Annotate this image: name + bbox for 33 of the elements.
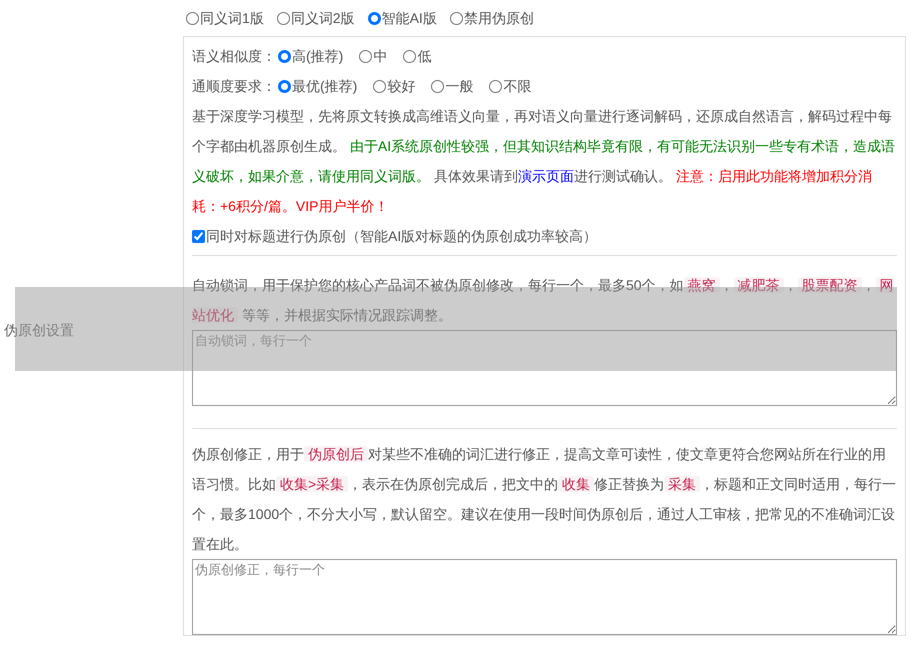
radio-label: 低 [417,46,432,66]
checkbox[interactable] [192,230,205,242]
correction-field[interactable]: 伪原创修正，每行一个 [192,559,897,635]
radio-label: 同义词1版 [200,8,264,28]
radio-button[interactable] [278,50,291,62]
radio-label: 禁用伪原创 [464,8,534,28]
radio-button[interactable] [186,12,199,24]
radio-button[interactable] [373,80,386,92]
radio-button[interactable] [489,80,502,92]
radio-label: 高(推荐) [292,46,344,66]
checkbox-label: 同时对标题进行伪原创（智能AI版对标题的伪原创成功率较高） [206,226,598,246]
radio-button[interactable] [431,80,444,92]
radio-label: 智能AI版 [382,8,437,28]
radio-button[interactable] [276,12,290,24]
lock-words-text: 自动锁词，用于保护您的核心产品词不被伪原创修改，每行一个，最多50个，如 燕窝 ， 减肥茶 ， 股票配资 ， 网站优化 等等，并根据实际情况跟踪调整。 [192,276,895,325]
correction-text: 伪原创修正，用于 伪原创后 对某些不准确的词汇进行修正，提高文章可读性，使文章更符合您网站所在行业的用语习惯。比如 收集>采集 ，表示在伪原创完成后，把文中的 收集 修正替换为 采集 ，标题和正文同时适用，每行一个，最多1000个，不分大小写，默认留空。建议在使用一段时间伪原创后，通过人工审核，把常见的不准确词汇设置在此。 [192,445,897,554]
demo-link[interactable]: 演示页面 [518,168,574,184]
radio-label: 中 [373,46,388,66]
radio-label: 不限 [503,76,532,96]
radio-label: 同义词2版 [290,8,355,28]
radio-button[interactable] [403,50,416,62]
section-label: 伪原创设置 [4,322,74,338]
radio-button[interactable] [359,50,372,62]
radio-label: 一般 [445,76,474,96]
description-text: 基于深度学习模型，先将原文转换成高维语义向量，再对语义向量进行逐词解码，还原成自然语言，解码过程中每个字都由机器原创生成。 由于AI系统原创性较强，但其知识结构毕竟有限，有可能无法识别一些专有术语，造成语义破坏，如果介意，请使用同义词版。 具体效果请到演示页面进行测试确认。 注意：启用此功能将增加积分消耗：+6积分/篇。VIP用户半价！ [192,107,896,216]
radio-button[interactable] [450,12,463,24]
lock-words-field[interactable]: 自动锁词，每行一个 [192,330,897,406]
field-label: 语义相似度： [192,46,276,66]
radio-label: 较好 [387,76,416,96]
radio-button[interactable] [368,12,381,24]
radio-button[interactable] [278,80,291,92]
radio-label: 最优(推荐) [292,76,358,96]
field-label: 通顺度要求： [192,76,276,96]
